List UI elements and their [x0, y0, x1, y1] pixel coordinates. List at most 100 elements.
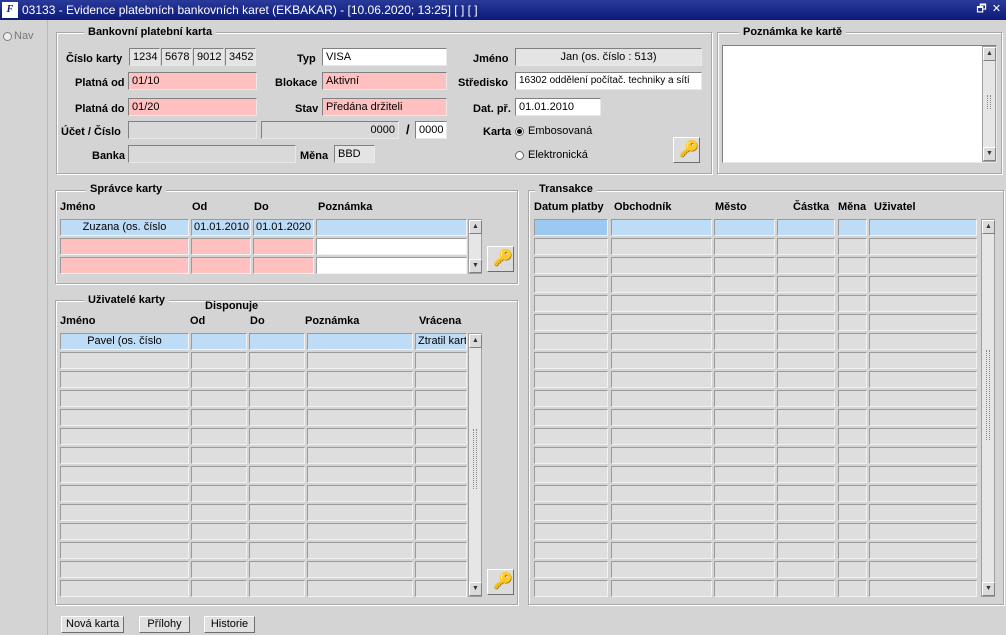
table-cell[interactable]	[611, 561, 712, 578]
table-cell[interactable]	[869, 314, 977, 331]
table-cell[interactable]	[869, 485, 977, 502]
users-scroll-grip[interactable]	[473, 429, 477, 489]
table-row[interactable]	[60, 542, 189, 559]
table-cell[interactable]	[249, 561, 305, 578]
close-window-icon[interactable]: ✕	[990, 3, 1003, 16]
restore-window-icon[interactable]: 🗗	[975, 3, 988, 16]
table-cell[interactable]	[307, 504, 413, 521]
table-row[interactable]: Pavel (os. číslo	[60, 333, 189, 350]
table-cell[interactable]	[307, 523, 413, 540]
table-cell[interactable]	[714, 238, 775, 255]
table-cell[interactable]	[191, 561, 247, 578]
table-cell[interactable]	[191, 466, 247, 483]
account-number-field[interactable]: 0000	[261, 121, 399, 139]
tx-scroll-down-icon[interactable]: ▼	[982, 582, 995, 596]
table-cell[interactable]	[249, 580, 305, 597]
table-cell[interactable]	[777, 504, 835, 521]
table-row[interactable]	[60, 238, 189, 255]
table-row[interactable]	[60, 428, 189, 445]
table-row[interactable]	[60, 447, 189, 464]
table-cell[interactable]	[611, 352, 712, 369]
table-cell[interactable]	[415, 542, 467, 559]
table-cell[interactable]	[714, 504, 775, 521]
table-cell[interactable]	[415, 409, 467, 426]
type-field[interactable]: VISA	[322, 48, 447, 66]
table-cell[interactable]	[777, 447, 835, 464]
table-row[interactable]	[534, 447, 608, 464]
table-row[interactable]	[534, 580, 608, 597]
table-cell[interactable]	[777, 428, 835, 445]
table-row[interactable]	[60, 466, 189, 483]
table-cell[interactable]	[611, 238, 712, 255]
table-cell[interactable]	[838, 561, 867, 578]
table-cell[interactable]	[191, 580, 247, 597]
table-cell[interactable]	[611, 295, 712, 312]
table-cell[interactable]	[415, 580, 467, 597]
table-cell[interactable]	[714, 409, 775, 426]
nav-radio-icon[interactable]	[3, 32, 12, 41]
bank-field[interactable]	[128, 145, 296, 163]
table-row[interactable]	[60, 504, 189, 521]
table-cell[interactable]	[838, 276, 867, 293]
table-cell[interactable]	[714, 485, 775, 502]
table-cell[interactable]	[191, 352, 247, 369]
manager-scroll-up-icon[interactable]: ▲	[469, 220, 482, 234]
table-cell[interactable]	[611, 523, 712, 540]
table-row[interactable]	[60, 352, 189, 369]
table-cell[interactable]	[415, 428, 467, 445]
table-cell[interactable]	[415, 447, 467, 464]
table-cell[interactable]	[714, 561, 775, 578]
table-row[interactable]	[534, 466, 608, 483]
table-cell[interactable]	[191, 447, 247, 464]
embossed-radio[interactable]	[515, 127, 524, 136]
table-cell[interactable]	[611, 409, 712, 426]
table-row[interactable]	[534, 485, 608, 502]
table-cell[interactable]	[191, 257, 251, 274]
table-cell[interactable]	[611, 219, 712, 236]
bank-code-field[interactable]: 0000	[415, 121, 447, 139]
table-cell[interactable]	[714, 428, 775, 445]
table-cell[interactable]	[869, 428, 977, 445]
table-cell[interactable]	[307, 390, 413, 407]
table-cell[interactable]	[307, 542, 413, 559]
attachments-button[interactable]: Přílohy	[139, 616, 190, 633]
note-scroll-grip[interactable]	[987, 95, 991, 109]
table-cell[interactable]	[777, 352, 835, 369]
table-cell[interactable]	[777, 485, 835, 502]
valid-to-field[interactable]: 01/20	[128, 98, 257, 116]
table-cell[interactable]	[714, 371, 775, 388]
table-cell[interactable]	[249, 447, 305, 464]
table-cell[interactable]	[869, 257, 977, 274]
table-cell[interactable]	[307, 580, 413, 597]
center-field[interactable]: 16302 oddělení počítač. techniky a sítí	[515, 72, 702, 90]
table-cell[interactable]	[838, 314, 867, 331]
table-row[interactable]	[60, 561, 189, 578]
valid-from-field[interactable]: 01/10	[128, 72, 257, 90]
table-cell[interactable]	[249, 409, 305, 426]
table-cell[interactable]	[838, 390, 867, 407]
table-cell[interactable]	[611, 276, 712, 293]
table-cell[interactable]	[611, 257, 712, 274]
table-row[interactable]	[534, 219, 608, 236]
users-scrollbar[interactable]: ▲ ▼	[468, 333, 482, 597]
table-row[interactable]: Zuzana (os. číslo	[60, 219, 189, 236]
table-cell[interactable]	[869, 523, 977, 540]
table-cell[interactable]	[249, 390, 305, 407]
table-row[interactable]	[534, 371, 608, 388]
table-cell[interactable]	[838, 257, 867, 274]
card-number-part-2[interactable]: 5678	[161, 48, 192, 66]
table-cell[interactable]	[191, 504, 247, 521]
table-row[interactable]	[534, 542, 608, 559]
tx-scroll-up-icon[interactable]: ▲	[982, 220, 995, 234]
table-cell[interactable]	[869, 219, 977, 236]
table-cell[interactable]	[869, 447, 977, 464]
table-cell[interactable]	[869, 238, 977, 255]
table-cell[interactable]	[611, 485, 712, 502]
table-cell[interactable]: 01.01.2020	[253, 219, 314, 236]
table-cell[interactable]	[415, 371, 467, 388]
table-cell[interactable]	[838, 580, 867, 597]
table-row[interactable]	[534, 561, 608, 578]
new-card-button[interactable]: Nová karta	[61, 616, 124, 633]
table-cell[interactable]	[777, 390, 835, 407]
table-row[interactable]	[534, 390, 608, 407]
